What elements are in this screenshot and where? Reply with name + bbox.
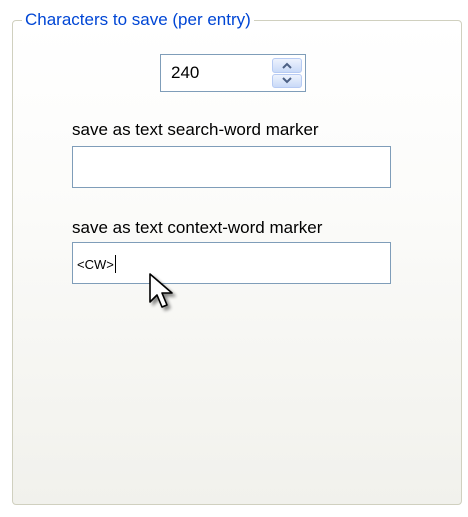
spinner-buttons [272,58,302,88]
spin-down-button[interactable] [272,73,302,88]
characters-spinner[interactable]: 240 [160,54,306,92]
context-marker-input[interactable]: <CW> [72,242,391,284]
context-marker-value: <CW> [77,257,114,272]
search-marker-label: save as text search-word marker [72,120,319,139]
characters-spinner-value[interactable]: 240 [171,63,199,83]
chevron-down-icon [282,77,292,84]
context-marker-label: save as text context-word marker [72,218,323,237]
mouse-pointer-icon [149,273,173,308]
search-marker-input[interactable] [72,146,391,188]
text-caret [114,255,116,273]
chevron-up-icon [282,62,292,69]
spin-up-button[interactable] [272,58,302,73]
context-marker-value-wrap: <CW> [77,255,116,273]
group-title: Characters to save (per entry) [22,9,254,31]
